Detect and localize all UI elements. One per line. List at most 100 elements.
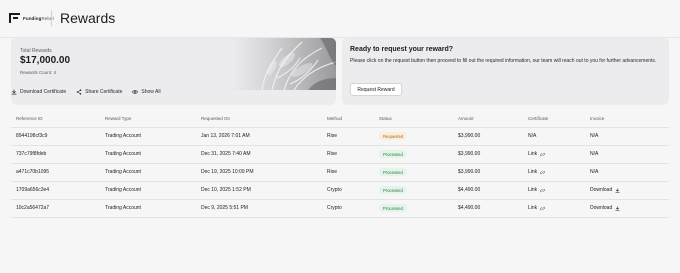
- reference-id: 1709a656c3e4: [11, 181, 100, 200]
- reference-id: a471c70b1095: [11, 163, 100, 182]
- request-reward-card: Ready to request your reward? Please cli…: [342, 38, 669, 105]
- reference-id: 8944198cf3c9: [11, 127, 100, 146]
- requested-on: Dec 19, 2025 10:09 PM: [196, 163, 322, 182]
- status-badge: Requested: [379, 132, 408, 140]
- certificate-link-label: Link: [528, 205, 538, 211]
- amount: $3,990.00: [453, 145, 523, 164]
- method: Rise: [322, 145, 374, 164]
- request-title: Ready to request your reward?: [350, 46, 454, 53]
- reward-type: Trading Account: [100, 181, 196, 200]
- status-cell: Requested: [374, 127, 453, 146]
- eye-icon: [132, 90, 139, 94]
- reward-type: Trading Account: [100, 145, 196, 164]
- method: Crypto: [322, 181, 374, 200]
- certificate-cell: Link: [523, 181, 585, 200]
- certificate-link[interactable]: Link: [528, 169, 546, 175]
- download-icon: [615, 206, 620, 211]
- download-icon: [11, 89, 17, 95]
- status-cell: Processed: [374, 145, 453, 164]
- column-header: Status: [374, 110, 453, 128]
- reference-id: 737c79f8fdeb: [11, 145, 100, 164]
- column-header: Invoice: [585, 110, 669, 128]
- certificate-link[interactable]: Link: [528, 187, 546, 193]
- table-header-row: Reference ID Reward Type Requested On Me…: [11, 110, 669, 128]
- reward-type: Trading Account: [100, 199, 196, 218]
- download-certificate-button[interactable]: Download Certificate: [11, 89, 66, 95]
- requested-on: Jan 13, 2026 7:01 AM: [196, 127, 322, 146]
- status-badge: Processed: [379, 186, 407, 194]
- status-badge: Processed: [379, 168, 407, 176]
- invoice-download-label: Download: [590, 205, 613, 211]
- show-all-label: Show All: [141, 89, 161, 95]
- share-icon: [76, 89, 82, 95]
- certificate-cell: Link: [523, 199, 585, 218]
- link-icon: [540, 206, 546, 210]
- certificate-link-label: Link: [528, 151, 538, 157]
- reference-id: 10c2a56472a7: [11, 199, 100, 218]
- requested-on: Dec 31, 2025 7:40 AM: [196, 145, 322, 164]
- certificate-link-label: Link: [528, 169, 538, 175]
- amount: $3,990.00: [453, 127, 523, 146]
- leaf-illustration: [232, 38, 336, 90]
- table-row: 737c79f8fdeb Trading Account Dec 31, 202…: [11, 145, 669, 164]
- requested-on: Dec 10, 2025 1:52 PM: [196, 181, 322, 200]
- request-description: Please click on the request button then …: [350, 58, 657, 64]
- invoice-cell: Download: [585, 199, 669, 218]
- invoice-download-label: Download: [590, 187, 613, 193]
- invoice-download-link[interactable]: Download: [590, 205, 620, 211]
- method: Crypto: [322, 199, 374, 218]
- brand-logo[interactable]: FundingRebel: [9, 13, 54, 23]
- amount: $3,990.00: [453, 163, 523, 182]
- method: Rise: [322, 163, 374, 182]
- table-row: a471c70b1095 Trading Account Dec 19, 202…: [11, 163, 669, 182]
- download-icon: [615, 188, 620, 193]
- certificate-actions: Download Certificate Share Certificate S…: [11, 89, 161, 95]
- status-badge: Processed: [379, 150, 407, 158]
- table-row: 1709a656c3e4 Trading Account Dec 10, 202…: [11, 181, 669, 200]
- top-bar: FundingRebel Rewards: [0, 0, 680, 38]
- table-row: 8944198cf3c9 Trading Account Jan 13, 202…: [11, 127, 669, 146]
- brand-name: FundingRebel: [23, 15, 54, 21]
- certificate-cell: Link: [523, 145, 585, 164]
- column-header: Requested On: [196, 110, 322, 128]
- certificate: N/A: [523, 127, 585, 146]
- logo-mark-icon: [9, 13, 20, 23]
- status-cell: Processed: [374, 199, 453, 218]
- column-header: Reward Type: [100, 110, 196, 128]
- invoice: N/A: [585, 163, 669, 182]
- invoice-download-link[interactable]: Download: [590, 187, 620, 193]
- column-header: Reference ID: [11, 110, 100, 128]
- reward-type: Trading Account: [100, 127, 196, 146]
- link-icon: [540, 188, 546, 192]
- link-icon: [540, 152, 546, 156]
- amount: $4,490.00: [453, 181, 523, 200]
- certificate-link-label: Link: [528, 187, 538, 193]
- requested-on: Dec 9, 2025 5:51 PM: [196, 199, 322, 218]
- show-all-button[interactable]: Show All: [132, 89, 161, 95]
- share-certificate-button[interactable]: Share Certificate: [76, 89, 122, 95]
- share-certificate-label: Share Certificate: [85, 89, 123, 95]
- status-cell: Processed: [374, 163, 453, 182]
- rewards-table: Reference ID Reward Type Requested On Me…: [11, 110, 669, 218]
- total-rewards-label: Total Rewards: [20, 48, 52, 54]
- invoice-cell: Download: [585, 181, 669, 200]
- method: Rise: [322, 127, 374, 146]
- certificate-link[interactable]: Link: [528, 151, 546, 157]
- download-certificate-label: Download Certificate: [20, 89, 67, 95]
- invoice: N/A: [585, 145, 669, 164]
- column-header: Amount: [453, 110, 523, 128]
- request-reward-button[interactable]: Request Reward: [350, 83, 402, 96]
- total-rewards-value: $17,000.00: [20, 55, 71, 66]
- certificate-cell: Link: [523, 163, 585, 182]
- rewards-count: Rewards Count: 4: [20, 70, 57, 75]
- amount: $4,490.00: [453, 199, 523, 218]
- invoice: N/A: [585, 127, 669, 146]
- column-header: Certificate: [523, 110, 585, 128]
- status-cell: Processed: [374, 181, 453, 200]
- header-divider: [51, 10, 52, 26]
- column-header: Method: [322, 110, 374, 128]
- certificate-link[interactable]: Link: [528, 205, 546, 211]
- link-icon: [540, 170, 546, 174]
- status-badge: Processed: [379, 204, 407, 212]
- table-row: 10c2a56472a7 Trading Account Dec 9, 2025…: [11, 199, 669, 218]
